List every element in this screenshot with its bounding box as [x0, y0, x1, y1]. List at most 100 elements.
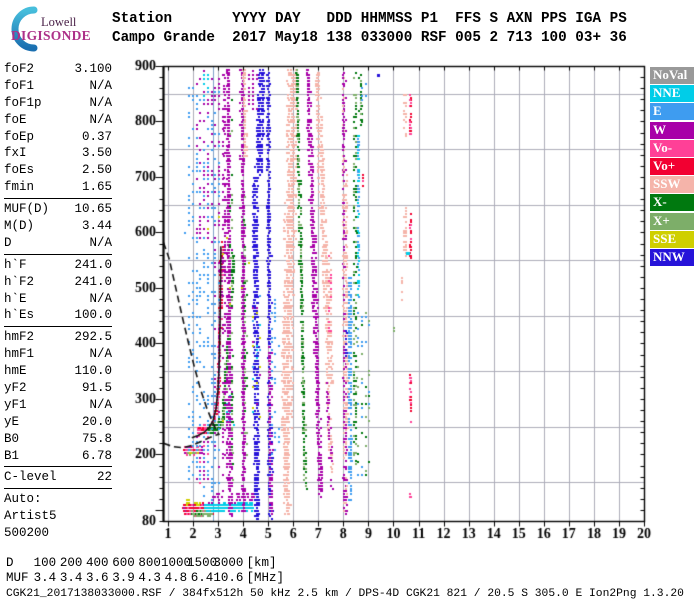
- param-row: yF2 91.5: [4, 380, 112, 397]
- param-row: C-level 22: [4, 469, 112, 486]
- param-separator: [4, 253, 112, 255]
- param-row: foE N/A: [4, 112, 112, 129]
- param-name: Auto:: [4, 492, 42, 507]
- param-value: 292.5: [74, 330, 112, 345]
- param-name: C-level: [4, 470, 57, 485]
- param-value: N/A: [89, 112, 112, 127]
- doppler-direction-legend: NoVal NNE E W Vo- Vo+ SSW X- X+ SSE NNW: [650, 67, 694, 267]
- footer-value: 6.4: [190, 571, 214, 585]
- distance-muf-table-row-d: D 100 200 400 600 800100015003000 [km]: [6, 556, 684, 571]
- param-value: N/A: [89, 95, 112, 110]
- footer-value: 4.8: [164, 571, 188, 585]
- footer-value: 3.6: [86, 571, 109, 585]
- param-separator: [4, 326, 112, 328]
- param-name: Artist5: [4, 509, 57, 524]
- param-name: yE: [4, 414, 20, 429]
- param-value: 10.65: [74, 202, 112, 217]
- legend-item-x+: X+: [650, 212, 694, 230]
- header-station-values: Campo Grande 2017 May18 138 033000 RSF 0…: [112, 29, 627, 46]
- param-name: hmF2: [4, 330, 35, 345]
- footer-value: 3.9: [112, 571, 135, 585]
- param-row: foEs 2.50: [4, 162, 112, 179]
- param-name: hmF1: [4, 347, 35, 362]
- footer-value: 400: [86, 556, 109, 570]
- d-row-label: D: [6, 556, 14, 570]
- legend-item-nnw: NNW: [650, 248, 694, 266]
- param-value: 91.5: [81, 381, 112, 396]
- muf-row-values: 3.4 3.4 3.6 3.9 4.3 4.8 6.410.6: [30, 571, 244, 586]
- legend-item-e: E: [650, 103, 694, 121]
- param-name: fmin: [4, 180, 35, 195]
- param-row: M(D) 3.44: [4, 218, 112, 235]
- param-row: yF1 N/A: [4, 397, 112, 414]
- param-row: h`E N/A: [4, 291, 112, 308]
- footer-value: 3.4: [59, 571, 83, 585]
- param-value: 75.8: [81, 431, 112, 446]
- footer-value: 3.4: [33, 571, 57, 585]
- footer-value: 3000: [213, 556, 244, 570]
- footer-value: 4.3: [138, 571, 161, 585]
- param-value: 20.0: [81, 414, 112, 429]
- param-name: 500200: [4, 526, 50, 541]
- param-value: 100.0: [74, 308, 112, 323]
- legend-item-vo-: Vo-: [650, 139, 694, 157]
- distance-muf-table-row-muf: MUF 3.4 3.4 3.6 3.9 4.3 4.8 6.410.6 [MHz]: [6, 571, 684, 586]
- param-name: h`F: [4, 257, 27, 272]
- station-header: Station YYYY DAY DDD HHMMSS P1 FFS S AXN…: [112, 10, 627, 47]
- param-name: h`Es: [4, 308, 35, 323]
- param-row: Auto:: [4, 491, 112, 508]
- param-value: 1.65: [81, 180, 112, 195]
- param-row: h`F2 241.0: [4, 274, 112, 291]
- logo-text-digisonde: DIGISONDE: [11, 28, 91, 43]
- param-row: foF2 3.100: [4, 61, 112, 78]
- parameter-panel: foF2 3.100 foF1 N/A foF1p N/A foE N/A foEp 0.37 fx…: [4, 61, 112, 542]
- param-row: 500200: [4, 525, 112, 542]
- param-name: fxI: [4, 146, 27, 161]
- param-row: MUF(D) 10.65: [4, 201, 112, 218]
- param-value: 2.50: [81, 163, 112, 178]
- param-row: hmF1 N/A: [4, 346, 112, 363]
- param-value: N/A: [89, 397, 112, 412]
- param-value: 3.50: [81, 146, 112, 161]
- param-row: foF1 N/A: [4, 78, 112, 95]
- param-name: foEs: [4, 163, 35, 178]
- legend-item-nne: NNE: [650, 85, 694, 103]
- param-value: N/A: [89, 78, 112, 93]
- param-name: yF1: [4, 397, 27, 412]
- param-name: MUF(D): [4, 202, 50, 217]
- footer-value: 1500: [187, 556, 218, 570]
- header-column-titles: Station YYYY DAY DDD HHMMSS P1 FFS S AXN…: [112, 11, 627, 27]
- legend-item-noval: NoVal: [650, 67, 694, 85]
- lowell-digisonde-logo: Lowell DIGISONDE: [2, 2, 114, 54]
- param-row: hmF2 292.5: [4, 329, 112, 346]
- param-value: 110.0: [74, 364, 112, 379]
- param-row: h`Es 100.0: [4, 307, 112, 324]
- footer-value: 10.6: [213, 571, 244, 585]
- param-name: M(D): [4, 219, 35, 234]
- footer-value: 100: [33, 556, 57, 570]
- footer-block: D 100 200 400 600 800100015003000 [km] MUF 3…: [6, 556, 684, 600]
- param-name: hmE: [4, 364, 27, 379]
- legend-item-ssw: SSW: [650, 176, 694, 194]
- param-value: N/A: [89, 235, 112, 250]
- muf-row-unit: [MHz]: [246, 571, 285, 585]
- legend-item-x-: X-: [650, 194, 694, 212]
- param-name: B1: [4, 448, 20, 463]
- param-row: fxI 3.50: [4, 145, 112, 162]
- footer-value: 800: [138, 556, 161, 570]
- param-value: 3.44: [81, 219, 112, 234]
- param-name: B0: [4, 431, 20, 446]
- param-separator: [4, 488, 112, 490]
- param-row: fmin 1.65: [4, 179, 112, 196]
- param-row: foF1p N/A: [4, 95, 112, 112]
- d-row-values: 100 200 400 600 800100015003000: [30, 556, 244, 571]
- param-row: D N/A: [4, 235, 112, 252]
- muf-row-label: MUF: [6, 571, 29, 585]
- param-name: foF1: [4, 78, 35, 93]
- legend-item-vo+: Vo+: [650, 157, 694, 176]
- param-name: foE: [4, 112, 27, 127]
- param-row: B1 6.78: [4, 448, 112, 465]
- param-row: yE 20.0: [4, 414, 112, 431]
- param-value: 241.0: [74, 274, 112, 289]
- param-name: h`F2: [4, 274, 35, 289]
